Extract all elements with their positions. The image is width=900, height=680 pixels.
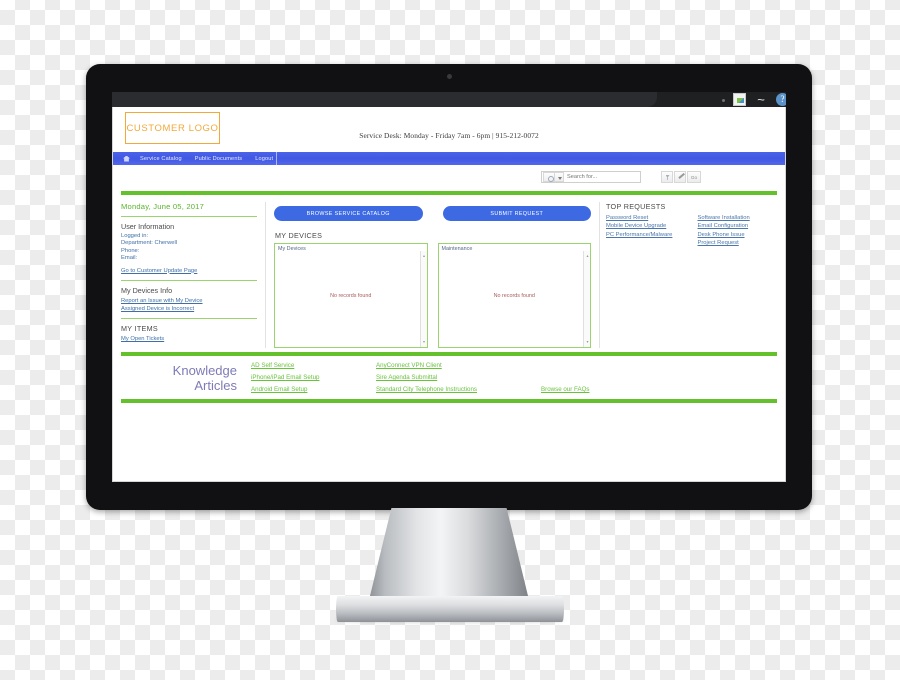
swoosh-icon: ~ (757, 92, 765, 107)
page-footer (113, 403, 785, 417)
monitor-neck (369, 508, 529, 600)
kb-link-android-email-setup[interactable]: Android Email Setup (251, 386, 376, 393)
scroll-down-icon[interactable]: ▾ (422, 340, 426, 344)
maintenance-empty-text: No records found (493, 292, 535, 299)
filter-icon[interactable] (661, 171, 673, 183)
my-devices-title: MY DEVICES (275, 231, 323, 240)
device-panels: My Devices No records found ▴ ▾ Maintena… (274, 243, 591, 348)
main-navigation: Service Catalog Public Documents Logout (113, 152, 785, 165)
nav-item-logout[interactable]: Logout (255, 156, 273, 162)
help-icon[interactable]: ? (776, 93, 786, 106)
top-requests-title: TOP REQUESTS (606, 202, 666, 211)
main-body: Monday, June 05, 2017 User Information L… (113, 195, 785, 348)
request-link-software-installation[interactable]: Software Installation (698, 214, 778, 222)
kb-link-anyconnect-vpn-client[interactable]: AnyConnect VPN Client (376, 362, 541, 369)
nav-item-service-catalog[interactable]: Service Catalog (140, 156, 182, 162)
site-header: CUSTOMER LOGO Service Desk: Monday - Fri… (113, 107, 785, 152)
user-field-logged-in: Logged in: (121, 233, 149, 239)
my-devices-empty-text: No records found (330, 292, 372, 299)
request-link-email-configuration[interactable]: Email Configuration (698, 222, 778, 230)
browser-chrome: ~ ? (112, 92, 786, 107)
search-row: Go (113, 165, 785, 191)
user-field-department: Department: Cherwell (121, 240, 178, 247)
assigned-device-incorrect-link[interactable]: Assigned Device is Incorrect (121, 305, 257, 313)
my-devices-info-heading: My Devices Info (121, 285, 173, 295)
user-information-heading: User Information (121, 222, 175, 231)
knowledge-title-line-two: Articles (194, 377, 237, 393)
scroll-up-icon[interactable]: ▴ (586, 254, 590, 258)
my-devices-panel: My Devices No records found ▴ ▾ (274, 243, 428, 348)
request-link-mobile-device-upgrade[interactable]: Mobile Device Upgrade (606, 222, 686, 230)
image-icon[interactable] (733, 93, 746, 106)
scroll-up-icon[interactable]: ▴ (422, 254, 426, 258)
request-link-project-request[interactable]: Project Request (698, 239, 778, 247)
current-date: Monday, June 05, 2017 (121, 202, 205, 211)
knowledge-articles-section: Knowledge Articles AD Self Service AnyCo… (113, 356, 785, 399)
user-field-email: Email: (121, 255, 138, 262)
monitor-base (336, 596, 564, 622)
report-device-issue-link[interactable]: Report an Issue with My Device (121, 297, 257, 305)
request-link-password-reset[interactable]: Password Reset (606, 214, 686, 222)
sidebar-divider-1 (121, 216, 257, 217)
top-requests-column-two: Software Installation Email Configuratio… (698, 214, 778, 248)
right-column: TOP REQUESTS Password Reset Mobile Devic… (599, 202, 777, 348)
search-box[interactable] (541, 171, 641, 183)
kb-link-sire-agenda-submittal[interactable]: Sire Agenda Submittal (376, 374, 541, 381)
action-buttons: BROWSE SERVICE CATALOG SUBMIT REQUEST (274, 202, 591, 227)
pencil-icon[interactable] (674, 171, 686, 183)
webcam-dot (446, 74, 452, 79)
knowledge-articles-links: AD Self Service AnyConnect VPN Client iP… (251, 362, 777, 393)
kb-link-standard-city-telephone-instructions[interactable]: Standard City Telephone Instructions (376, 386, 541, 393)
customer-update-link[interactable]: Go to Customer Update Page (121, 267, 257, 275)
chevron-down-icon[interactable] (555, 172, 564, 182)
maintenance-panel-title: Maintenance (441, 246, 473, 252)
my-devices-panel-title: My Devices (278, 246, 306, 252)
maintenance-scrollbar[interactable]: ▴ ▾ (583, 251, 590, 347)
my-items-heading: MY ITEMS (121, 324, 159, 334)
request-link-desk-phone-issue[interactable]: Desk Phone Issue (698, 231, 778, 239)
center-column: BROWSE SERVICE CATALOG SUBMIT REQUEST MY… (266, 202, 599, 348)
user-field-phone: Phone: (121, 247, 140, 254)
knowledge-title-line-one: Knowledge (172, 362, 237, 378)
search-input[interactable] (564, 174, 640, 180)
monitor-bezel: ~ ? CUSTOMER LOGO Service Desk: Monday -… (86, 64, 812, 510)
web-page: CUSTOMER LOGO Service Desk: Monday - Fri… (112, 107, 786, 482)
browse-service-catalog-button[interactable]: BROWSE SERVICE CATALOG (274, 206, 423, 221)
sidebar-divider-3 (121, 318, 257, 320)
home-icon[interactable] (123, 155, 130, 162)
request-link-pc-performance-malware[interactable]: PC Performance/Malware (606, 231, 686, 239)
sidebar: Monday, June 05, 2017 User Information L… (121, 202, 266, 348)
service-desk-info: Service Desk: Monday - Friday 7am - 6pm … (359, 131, 539, 140)
kb-link-ad-self-service[interactable]: AD Self Service (251, 362, 376, 369)
browser-dot (722, 99, 725, 102)
knowledge-articles-title: Knowledge Articles (155, 363, 251, 393)
my-devices-scrollbar[interactable]: ▴ ▾ (419, 251, 427, 347)
submit-request-button[interactable]: SUBMIT REQUEST (442, 206, 591, 221)
monitor-screen: ~ ? CUSTOMER LOGO Service Desk: Monday -… (112, 92, 786, 482)
nav-item-public-documents[interactable]: Public Documents (195, 156, 242, 162)
scroll-down-icon[interactable]: ▾ (586, 340, 590, 344)
magnifier-icon[interactable] (543, 172, 555, 182)
my-open-tickets-link[interactable]: My Open Tickets (121, 335, 257, 343)
kb-link-iphone-ipad-email-setup[interactable]: iPhone/iPad Email Setup (251, 374, 376, 381)
search-go-button[interactable]: Go (687, 171, 701, 183)
top-requests-grid: Password Reset Mobile Device Upgrade PC … (606, 214, 777, 248)
browser-tab[interactable] (112, 92, 657, 107)
top-requests-column-one: Password Reset Mobile Device Upgrade PC … (606, 214, 686, 248)
sidebar-divider-2 (121, 279, 257, 281)
kb-link-browse-our-faqs[interactable]: Browse our FAQs (541, 386, 777, 393)
maintenance-panel: Maintenance No records found ▴ ▾ (437, 243, 591, 348)
search-tools: Go (661, 171, 702, 183)
